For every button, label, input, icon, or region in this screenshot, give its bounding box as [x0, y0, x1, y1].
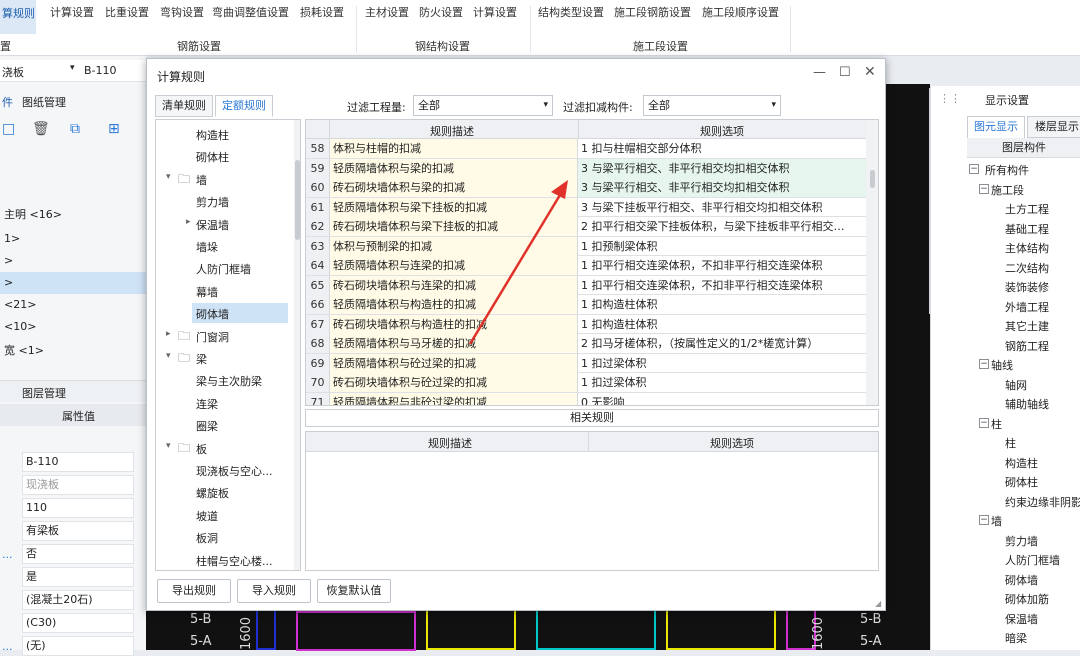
arrow-shaft — [468, 189, 565, 345]
annotation-arrow — [468, 180, 568, 345]
arrow-head — [551, 180, 568, 199]
